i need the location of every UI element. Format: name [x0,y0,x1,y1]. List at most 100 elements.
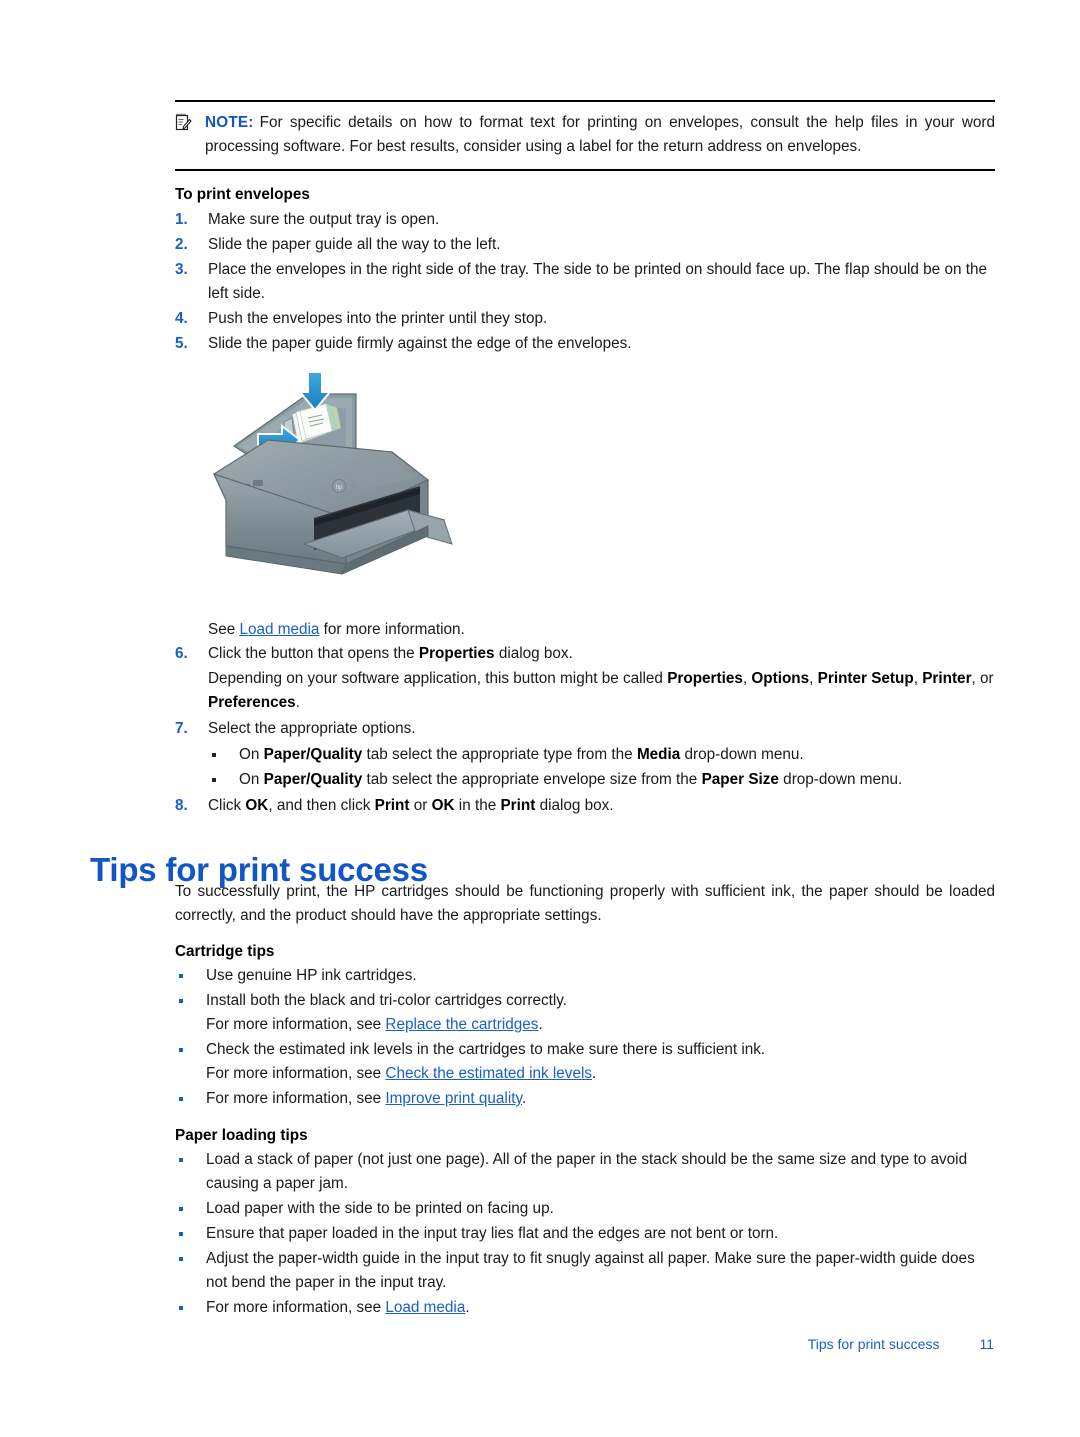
sub-prefix: For more information, see [206,1016,386,1033]
step-text: Click OK, and then click Print or OK in … [208,797,614,814]
see-suffix: for more information. [319,621,465,638]
list-item: 2. Slide the paper guide all the way to … [175,233,995,257]
step7-sub-bullets: On Paper/Quality tab select the appropri… [175,743,995,792]
page-footer: Tips for print success 11 [0,1336,1080,1352]
bold-paper-quality: Paper/Quality [263,746,363,763]
bold-paper-size: Paper Size [701,771,779,788]
bullet-icon [179,1158,183,1162]
bold-printer-setup: Printer Setup [817,670,914,687]
load-media-link[interactable]: Load media [385,1299,465,1316]
bullet-icon [179,1097,183,1101]
b0b: tab select the appropriate type from the [362,746,637,763]
improve-print-quality-link[interactable]: Improve print quality [385,1090,522,1107]
note-callout: NOTE: For specific details on how to form… [175,100,995,171]
sub-bullet-text: On Paper/Quality tab select the appropri… [239,746,804,763]
step-number: 1. [175,211,188,228]
sub-bullet-text: On Paper/Quality tab select the appropri… [239,771,902,788]
b0c: drop-down menu. [680,746,804,763]
list-item: 8. Click OK, and then click Print or OK … [175,794,995,818]
list-item: 1. Make sure the output tray is open. [175,208,995,232]
bullet-icon [212,753,216,757]
note-body: NOTE: For specific details on how to form… [175,111,995,159]
bold-ok-2: OK [431,797,455,814]
list-item: 4. Push the envelopes into the printer u… [175,307,995,331]
step-number: 4. [175,310,188,327]
inline-prefix: For more information, see [206,1299,386,1316]
sep5: . [295,694,300,711]
b1a: On [239,771,264,788]
bullet-icon [179,999,183,1003]
tips-intro-paragraph: To successfully print, the HP cartridges… [175,883,995,924]
step6-detail: Depending on your software application, … [175,667,995,715]
list-item: Adjust the paper-width guide in the inpu… [175,1247,995,1295]
step-number: 8. [175,797,188,814]
step-text: Click the button that opens the Properti… [208,645,573,662]
cartridge-tips-list: Use genuine HP ink cartridges. Install b… [175,964,995,1112]
step-number: 2. [175,236,188,253]
bold-preferences: Preferences [208,694,296,711]
list-item: 5. Slide the paper guide firmly against … [175,332,995,356]
bullet-icon [179,1232,183,1236]
tip-text: Load paper with the side to be printed o… [206,1200,554,1217]
sub-suffix: . [538,1016,543,1033]
s8b: , and then click [268,797,375,814]
step6-lead-b: dialog box. [494,645,573,662]
sep2: , [809,670,818,687]
step-text: Push the envelopes into the printer unti… [208,310,548,327]
step-text: Make sure the output tray is open. [208,211,440,228]
check-the-estimated-ink-levels-link[interactable]: Check the estimated ink levels [385,1065,592,1082]
sub-suffix: . [592,1065,597,1082]
bold-print-2: Print [500,797,536,814]
inline-prefix: For more information, see [206,1090,386,1107]
inline-suffix: . [465,1299,470,1316]
load-media-link[interactable]: Load media [239,621,319,638]
sep4: , or [971,670,994,687]
note-label: NOTE: [205,114,254,131]
list-item: For more information, see Load media. [175,1296,995,1320]
footer-section-title: Tips for print success [807,1336,940,1352]
paper-loading-tips-heading: Paper loading tips [175,1127,308,1144]
s8c: or [409,797,432,814]
bullet-icon [179,974,183,978]
paper-loading-tips-list: Load a stack of paper (not just one page… [175,1148,995,1321]
s8d: in the [454,797,501,814]
bold-printer: Printer [922,670,972,687]
step-number: 7. [175,720,188,737]
b0a: On [239,746,264,763]
tip-text: For more information, see Improve print … [206,1090,526,1107]
step-number: 3. [175,261,188,278]
tip-text: Use genuine HP ink cartridges. [206,967,417,984]
list-item: Install both the black and tri-color car… [175,989,995,1037]
bold-print: Print [374,797,410,814]
bold-ok: OK [245,797,269,814]
b1c: drop-down menu. [778,771,903,788]
list-item: On Paper/Quality tab select the appropri… [208,743,995,767]
hp-deskjet-printer-loading-envelopes-illustration: hp [196,368,486,588]
document-page: NOTE: For specific details on how to form… [0,0,1080,1437]
bullet-icon [212,778,216,782]
replace-the-cartridges-link[interactable]: Replace the cartridges [385,1016,538,1033]
footer-page-number: 11 [979,1336,994,1352]
bullet-icon [179,1257,183,1261]
list-item: Use genuine HP ink cartridges. [175,964,995,988]
step-number: 5. [175,335,188,352]
step-text: Select the appropriate options. [208,720,416,737]
list-item: Load paper with the side to be printed o… [175,1197,995,1221]
list-item: 7. Select the appropriate options. [175,717,995,741]
step-text: Slide the paper guide firmly against the… [208,335,632,352]
inline-suffix: . [522,1090,527,1107]
s8e: dialog box. [535,797,614,814]
sep3: , [913,670,923,687]
step6-detail-a: Depending on your software application, … [208,670,668,687]
tip-subtext: For more information, see Replace the ca… [206,1013,995,1037]
bold-media: Media [636,746,681,763]
step-text: Place the envelopes in the right side of… [208,261,987,302]
list-item: Check the estimated ink levels in the ca… [175,1038,995,1086]
list-item: Ensure that paper loaded in the input tr… [175,1222,995,1246]
step-number: 6. [175,645,188,662]
tip-text: Ensure that paper loaded in the input tr… [206,1225,779,1242]
list-item: On Paper/Quality tab select the appropri… [208,768,995,792]
bold-paper-quality: Paper/Quality [263,771,363,788]
see-prefix: See [208,621,240,638]
b1b: tab select the appropriate envelope size… [362,771,702,788]
